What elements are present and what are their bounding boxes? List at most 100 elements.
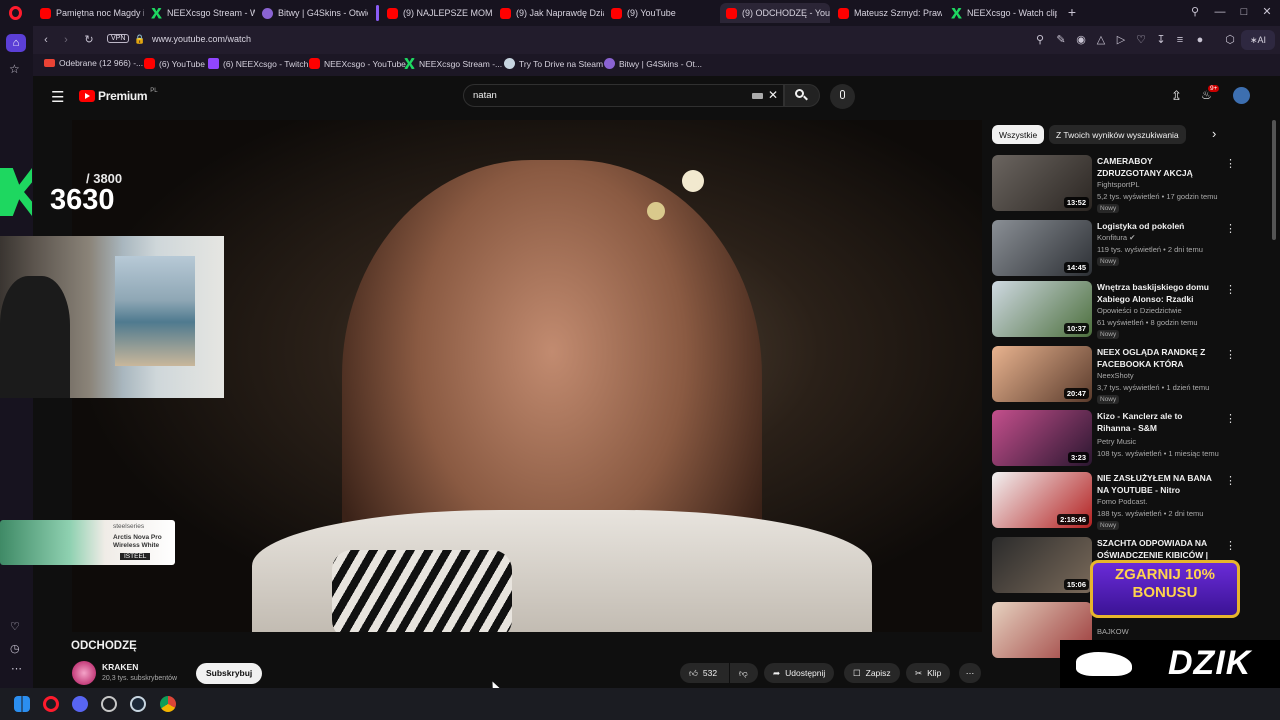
recommendation-item[interactable]: 3:23 Kizo - Kanclerz ale to Rihanna - S&…	[992, 410, 1252, 470]
video-thumbnail[interactable]: 3:23	[992, 410, 1092, 466]
video-thumbnail[interactable]: 15:06	[992, 537, 1092, 593]
bookmark-2[interactable]: (6) NEEXcsgo - Twitch	[208, 58, 308, 69]
share-button[interactable]: ➦ Udostępnij	[764, 663, 835, 683]
kebab-menu-icon[interactable]: ⋮	[1225, 283, 1236, 296]
bookmark-0[interactable]: Odebrane (12 966) -...	[44, 58, 143, 68]
aria-ai-button[interactable]: ∗AI	[1241, 30, 1275, 50]
chrome-taskbar-icon[interactable]	[160, 696, 176, 712]
play-icon[interactable]: ▷	[1114, 33, 1128, 47]
reload-icon[interactable]: ↻	[82, 33, 96, 47]
discord-taskbar-icon[interactable]	[72, 696, 88, 712]
like-button[interactable]: 👍︎ 532	[680, 663, 729, 683]
tab-1[interactable]: NEEXcsgo Stream - Watch	[145, 3, 255, 23]
tab-6-active[interactable]: (9) ODCHODZĘ - You	[720, 3, 830, 23]
heart-outline-icon[interactable]: ♡	[1134, 33, 1148, 47]
recommendation-title[interactable]: Logistyka od pokoleń	[1097, 220, 1217, 232]
search-input[interactable]: natan	[473, 90, 497, 101]
kebab-menu-icon[interactable]: ⋮	[1225, 474, 1236, 487]
chip-from-search[interactable]: Z Twoich wyników wyszukiwania	[1049, 125, 1186, 144]
kebab-menu-icon[interactable]: ⋮	[1225, 412, 1236, 425]
tab-7[interactable]: Mateusz Szmyd: Prawie zg	[832, 3, 942, 23]
recommendation-title[interactable]: Kizo - Kanclerz ale to Rihanna - S&M	[1097, 410, 1217, 434]
tab-5[interactable]: (9) YouTube	[605, 3, 715, 23]
tab-search-icon[interactable]: ⚲	[1188, 5, 1202, 19]
recommendation-channel[interactable]: Konfitura ✔	[1097, 233, 1135, 242]
maximize-icon[interactable]: □	[1237, 5, 1251, 19]
shield-icon[interactable]: △	[1094, 33, 1108, 47]
close-window-icon[interactable]: ✕	[1260, 5, 1274, 19]
find-icon[interactable]: ⚲	[1033, 33, 1047, 47]
history-icon[interactable]: ◷	[10, 642, 20, 655]
recommendation-channel[interactable]: FightsportPL	[1097, 180, 1140, 189]
edit-icon[interactable]: ✎	[1054, 33, 1068, 47]
kebab-menu-icon[interactable]: ⋮	[1225, 348, 1236, 361]
heart-icon[interactable]: ♡	[10, 620, 20, 633]
recommendation-item[interactable]: 14:45 Logistyka od pokoleń Konfitura ✔ 1…	[992, 220, 1252, 280]
recommendation-item[interactable]: 13:52 CAMERABOY ZDRUZGOTANY AKCJĄ BOMBY …	[992, 155, 1252, 215]
home-icon[interactable]: ⌂	[6, 34, 26, 52]
url-field[interactable]: www.youtube.com/watch	[152, 34, 251, 44]
recommendation-channel[interactable]: BAJKOW	[1097, 627, 1129, 636]
channel-name[interactable]: KRAKEN	[102, 662, 138, 672]
video-thumbnail[interactable]: 14:45	[992, 220, 1092, 276]
opera-logo-icon[interactable]	[9, 6, 22, 20]
settings-taskbar-icon[interactable]	[101, 696, 117, 712]
tab-3[interactable]: (9) NAJLEPSZE MOMENTY	[381, 3, 493, 23]
kebab-menu-icon[interactable]: ⋮	[1225, 222, 1236, 235]
camera-icon[interactable]: ◉	[1074, 33, 1088, 47]
menu-lines-icon[interactable]: ≡	[1173, 33, 1187, 47]
recommendation-title[interactable]: CAMERABOY ZDRUZGOTANY AKCJĄ BOMBY I NIKI…	[1097, 155, 1217, 179]
recommendation-channel[interactable]: Fomo Podcast.	[1097, 497, 1147, 506]
search-button[interactable]	[784, 84, 820, 107]
vpn-badge[interactable]: VPN	[107, 34, 130, 43]
recommendation-channel[interactable]: Opowieści o Dziedzictwie	[1097, 306, 1182, 315]
minimize-icon[interactable]: —	[1213, 5, 1227, 19]
recommendation-title[interactable]: NIE ZASŁUŻYŁEM NA BANA NA YOUTUBE - Nitr…	[1097, 472, 1217, 496]
tab-0[interactable]: Pamiętna noc Magdy i St	[34, 3, 144, 23]
recommendation-channel[interactable]: Petry Music	[1097, 437, 1136, 446]
kebab-menu-icon[interactable]: ⋮	[1225, 157, 1236, 170]
clear-search-icon[interactable]: ✕	[768, 88, 778, 102]
video-thumbnail[interactable]: 20:47	[992, 346, 1092, 402]
video-thumbnail[interactable]: 10:37	[992, 281, 1092, 337]
video-thumbnail[interactable]: 13:52	[992, 155, 1092, 211]
recommendation-title[interactable]: NEEX OGLĄDA RANDKĘ Z FACEBOOKA KTÓRA OKA…	[1097, 346, 1217, 370]
dislike-button[interactable]: 👎︎	[730, 663, 758, 683]
windows-start-icon[interactable]	[14, 696, 30, 712]
steam-taskbar-icon[interactable]	[130, 696, 146, 712]
bookmark-1[interactable]: (6) YouTube	[144, 58, 205, 69]
star-icon[interactable]: ☆	[9, 62, 20, 76]
video-thumbnail[interactable]: 2:18:46	[992, 472, 1092, 528]
more-actions-button[interactable]: ⋯	[959, 663, 981, 683]
new-tab-plus-icon[interactable]: +	[1065, 5, 1079, 19]
chip-all[interactable]: Wszystkie	[992, 125, 1045, 144]
chips-next-icon[interactable]: ›	[1212, 126, 1216, 141]
save-button[interactable]: ☐ Zapisz	[844, 663, 900, 683]
bookmark-3[interactable]: NEEXcsgo - YouTube	[309, 58, 406, 69]
cube-icon[interactable]: ⬡	[1223, 33, 1237, 47]
bookmark-6[interactable]: Bitwy | G4Skins - Ot...	[604, 58, 702, 69]
kebab-menu-icon[interactable]: ⋮	[1225, 539, 1236, 552]
keyboard-icon[interactable]	[752, 93, 763, 99]
recommendation-item[interactable]: 10:37 Wnętrza baskijskiego domu Xabiego …	[992, 281, 1252, 341]
more-icon[interactable]: ⋯	[11, 662, 22, 675]
search-box[interactable]: natan ✕	[463, 84, 784, 107]
download-icon[interactable]: ↧	[1154, 33, 1168, 47]
subscribe-button[interactable]: Subskrybuj	[196, 663, 263, 684]
upload-icon[interactable]: ⇫	[1171, 88, 1182, 104]
channel-avatar[interactable]	[72, 661, 96, 685]
recommendation-item[interactable]: 2:18:46 NIE ZASŁUŻYŁEM NA BANA NA YOUTUB…	[992, 472, 1252, 532]
profile-icon[interactable]: ●	[1193, 33, 1207, 47]
recommendation-channel[interactable]: NeexShoty	[1097, 371, 1134, 380]
tab-8[interactable]: NEEXcsgo - Watch clips o	[945, 3, 1057, 23]
voice-search-button[interactable]	[830, 84, 855, 109]
tab-2[interactable]: Bitwy | G4Skins - Otwieraj	[256, 3, 368, 23]
bookmark-5[interactable]: Try To Drive na Steam	[504, 58, 603, 69]
tab-4[interactable]: (9) Jak Naprawdę Działa F	[494, 3, 604, 23]
opera-taskbar-icon[interactable]	[43, 696, 59, 712]
hamburger-menu-icon[interactable]: ☰	[51, 88, 64, 106]
bookmark-4[interactable]: NEEXcsgo Stream -...	[404, 58, 502, 69]
youtube-logo[interactable]: Premium PL	[79, 88, 158, 103]
account-avatar[interactable]	[1233, 87, 1250, 104]
back-icon[interactable]: ‹	[39, 33, 53, 47]
